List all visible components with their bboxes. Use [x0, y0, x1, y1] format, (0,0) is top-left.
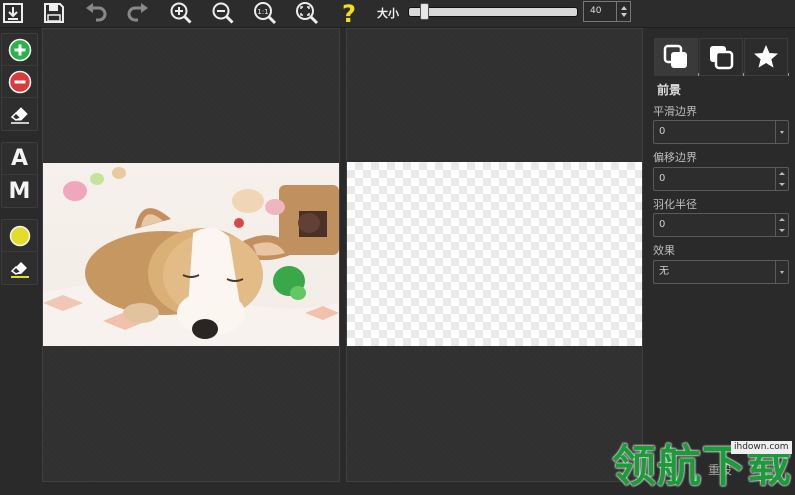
transparent-result[interactable] — [347, 162, 642, 346]
plus-circle-icon — [8, 38, 31, 61]
mark-tools-group — [1, 33, 38, 131]
auto-mode-button[interactable]: A — [2, 143, 37, 175]
tab-foreground[interactable] — [654, 38, 698, 76]
mark-background-button[interactable] — [2, 66, 37, 98]
zoom-fit-icon[interactable] — [294, 1, 320, 25]
feather-radius-stepper[interactable]: 0 — [653, 213, 789, 237]
effect-label: 效果 — [653, 244, 675, 257]
minus-circle-icon — [8, 70, 31, 93]
size-slider[interactable] — [408, 7, 578, 17]
watermark: 领航下载 ihdown.com — [612, 437, 795, 495]
section-title: 前景 — [657, 83, 682, 97]
color-eraser-button[interactable] — [2, 252, 37, 284]
color-button[interactable] — [2, 220, 37, 252]
mode-tools-group: A M — [1, 142, 38, 208]
app-window: 1:1 ? 大小 40 A M 前景 平滑边界 0 偏移边界 0 羽化半径 0 … — [0, 0, 795, 495]
size-input[interactable]: 40 — [583, 1, 617, 22]
foreground-tab-icon — [663, 44, 687, 68]
spin-down-icon[interactable] — [621, 13, 627, 17]
help-text: ? — [342, 1, 356, 25]
feather-radius-spinner[interactable] — [775, 214, 788, 236]
zoom-in-icon[interactable] — [168, 1, 194, 25]
redo-icon[interactable] — [125, 1, 151, 25]
zoom-actual-icon[interactable]: 1:1 — [252, 1, 278, 25]
eraser-icon — [10, 107, 29, 124]
puppy-photo[interactable] — [43, 163, 339, 346]
manual-mode-label: M — [8, 178, 31, 204]
tab-background[interactable] — [699, 38, 743, 76]
erase-mark-button[interactable] — [2, 98, 37, 130]
size-slider-thumb[interactable] — [420, 3, 429, 20]
offset-edge-spinner[interactable] — [775, 168, 788, 190]
chevron-down-icon[interactable] — [775, 121, 788, 143]
offset-edge-value: 0 — [659, 173, 666, 184]
smooth-edge-value: 0 — [659, 126, 666, 137]
eraser-icon — [10, 262, 29, 278]
toolbar: 1:1 ? 大小 40 — [0, 0, 795, 28]
save-icon[interactable] — [41, 1, 67, 25]
feather-radius-value: 0 — [659, 219, 666, 230]
watermark-url: ihdown.com — [731, 441, 792, 454]
tab-effects[interactable] — [744, 38, 788, 76]
effect-select[interactable]: 无 — [653, 260, 789, 284]
size-spinner[interactable] — [617, 1, 631, 22]
settings-panel: 前景 平滑边界 0 偏移边界 0 羽化半径 0 效果 无 — [648, 35, 795, 495]
smooth-edge-select[interactable]: 0 — [653, 120, 789, 144]
download-icon[interactable] — [0, 1, 26, 25]
size-label: 大小 — [377, 7, 399, 20]
color-dot-icon — [9, 225, 30, 246]
effects-tab-icon — [754, 45, 778, 68]
zoom-actual-text: 1:1 — [257, 8, 268, 16]
effect-value: 无 — [659, 266, 669, 277]
auto-mode-label: A — [10, 146, 29, 171]
manual-mode-button[interactable]: M — [2, 175, 37, 207]
brush-tools-group — [1, 219, 38, 285]
background-tab-icon — [710, 46, 734, 70]
undo-icon[interactable] — [83, 1, 109, 25]
spin-up-icon[interactable] — [621, 6, 627, 10]
zoom-out-icon[interactable] — [210, 1, 236, 25]
offset-edge-stepper[interactable]: 0 — [653, 167, 789, 191]
offset-edge-label: 偏移边界 — [653, 151, 697, 164]
smooth-edge-label: 平滑边界 — [653, 105, 697, 118]
chevron-down-icon[interactable] — [775, 261, 788, 283]
panel-tabs — [654, 38, 789, 76]
help-icon[interactable]: ? — [336, 1, 362, 25]
feather-radius-label: 羽化半径 — [653, 198, 697, 211]
mark-foreground-button[interactable] — [2, 34, 37, 66]
